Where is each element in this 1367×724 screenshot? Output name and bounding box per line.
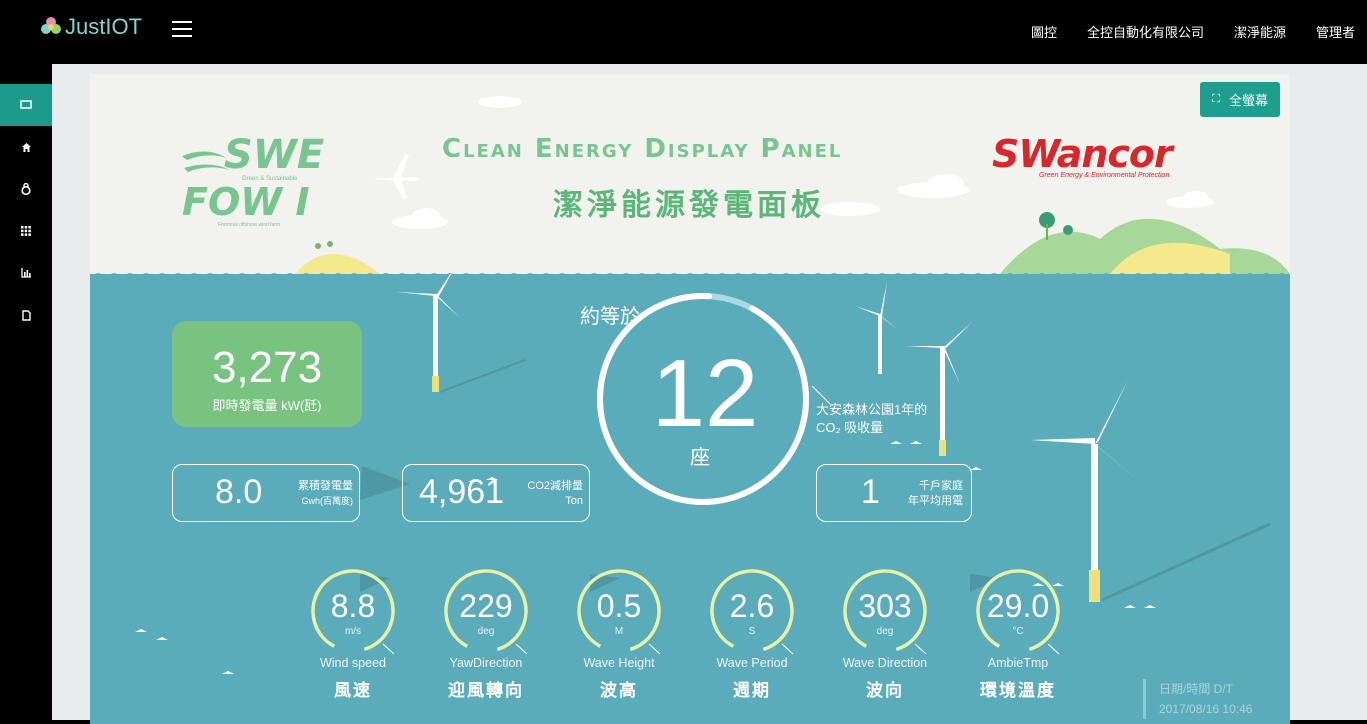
- lock-icon: [21, 183, 31, 195]
- title-zh: 潔淨能源發電面板: [553, 189, 825, 222]
- gauge-label-en: Wind speed: [319, 656, 386, 670]
- expand-icon: ⛶: [1212, 93, 1220, 105]
- gauge-value: 303: [858, 588, 912, 624]
- nav-scada[interactable]: 圖控: [1031, 22, 1057, 41]
- nav-company[interactable]: 全控自動化有限公司: [1087, 22, 1204, 41]
- gauge-label-en: Wave Height: [583, 656, 655, 670]
- menu-toggle-icon[interactable]: [172, 21, 192, 37]
- sidebar-item-lock[interactable]: [0, 168, 52, 210]
- gauge-value: 0.5: [596, 588, 642, 624]
- households-unit: 千戶家庭 年平均用電: [908, 480, 963, 507]
- gauge-unit: M: [614, 626, 624, 637]
- cumulative-power-unit: 累積發電量 Gwh(百萬度): [298, 480, 353, 506]
- households-card: 1 千戶家庭 年平均用電: [816, 464, 972, 522]
- gauge-label-en: Wave Direction: [842, 656, 928, 670]
- app-brand[interactable]: JustIOT: [40, 14, 142, 40]
- gauge-unit: m/s: [344, 626, 362, 637]
- gauge-value: 29.0: [986, 588, 1050, 624]
- title-en: Clean Energy Display Panel: [442, 134, 843, 164]
- gauge-value: 2.6: [729, 588, 775, 624]
- gauge-unit: deg: [876, 626, 894, 637]
- airplane-icon: [370, 154, 420, 199]
- document-icon: [21, 309, 31, 321]
- gauge-value: 8.8: [330, 588, 376, 624]
- gauge-label-zh: 環境溫度: [980, 681, 1056, 700]
- gauge-ambietmp: 29.0 °C AmbieTmp 環境溫度: [973, 566, 1063, 700]
- gauge-wave-height: 0.5 M Wave Height 波高: [574, 566, 664, 700]
- equivalence-unit: 座: [690, 447, 710, 469]
- realtime-power-label: 即時發電量 kW(瓩): [212, 398, 322, 413]
- nav-admin[interactable]: 管理者: [1316, 22, 1355, 41]
- sidebar-item-document[interactable]: [0, 294, 52, 336]
- gauge-label-en: Wave Period: [716, 656, 788, 670]
- sidebar-item-chart[interactable]: [0, 252, 52, 294]
- home-icon: [21, 142, 31, 152]
- flower-logo-icon: [41, 17, 61, 34]
- top-nav: 圖控 全控自動化有限公司 潔淨能源 管理者: [1001, 22, 1355, 41]
- swe-fowi-logo: SWE Green & Sustainable FOW I Formosa of…: [182, 132, 325, 228]
- gauge-label-zh: 週期: [733, 681, 771, 700]
- swancor-logo: SWancor Green Energy & Environmental Pro…: [992, 132, 1173, 179]
- gauge-label-en: AmbieTmp: [987, 656, 1049, 670]
- gauge-label-en: YawDirection: [449, 656, 523, 670]
- gauge-value: 229: [459, 588, 513, 624]
- gauge-unit: °C: [1012, 626, 1024, 637]
- realtime-power-value: 3,273: [211, 343, 323, 392]
- equivalence-prefix: 約等於: [580, 306, 640, 328]
- gauge-wind-speed: 8.8 m/s Wind speed 風速: [308, 566, 398, 700]
- equivalence-note: 大安森林公園1年的 CO₂ 吸收量: [816, 402, 928, 435]
- gauge-unit: deg: [477, 626, 495, 637]
- realtime-power-card: 3,273 即時發電量 kW(瓩): [172, 321, 362, 427]
- datetime-block: 日期/時間 D/T 2017/08/16 10:46: [1143, 679, 1252, 719]
- gauge-label-zh: 波高: [600, 681, 638, 700]
- app-name: JustIOT: [65, 14, 143, 39]
- fullscreen-button[interactable]: ⛶ 全螢幕: [1200, 82, 1280, 117]
- equivalence-value: 12: [651, 340, 759, 447]
- bar-chart-icon: [20, 268, 31, 278]
- wind-turbine-icon: [1030, 380, 1271, 602]
- wind-turbine-icon: [396, 274, 526, 393]
- gauge-unit: S: [748, 626, 756, 637]
- co2-reduction-value: 4,961: [419, 473, 505, 511]
- gauge-label-zh: 波向: [866, 681, 904, 700]
- households-value: 1: [861, 473, 880, 511]
- main-content: SWE Green & Sustainable FOW I Formosa of…: [52, 64, 1367, 724]
- datetime-value: 2017/08/16 10:46: [1159, 702, 1253, 716]
- monitor-icon: [20, 100, 32, 109]
- grid-icon: [21, 226, 31, 236]
- nav-clean-energy[interactable]: 潔淨能源: [1234, 22, 1286, 41]
- sidebar-item-grid[interactable]: [0, 210, 52, 252]
- sidebar-item-monitor[interactable]: [0, 84, 52, 126]
- gauge-yawdirection: 229 deg YawDirection 迎風轉向: [441, 566, 531, 700]
- datetime-label: 日期/時間 D/T: [1159, 682, 1233, 696]
- wind-turbine-icon: [855, 282, 898, 374]
- cumulative-power-value: 8.0: [215, 473, 263, 511]
- sidebar: [0, 64, 52, 720]
- gauge-label-zh: 迎風轉向: [448, 681, 524, 700]
- gauge-wave-period: 2.6 S Wave Period 週期: [707, 566, 797, 700]
- gauge-wave-direction: 303 deg Wave Direction 波向: [840, 566, 930, 700]
- co2-reduction-card: 4,961 CO2減排量 Ton: [402, 464, 590, 522]
- clean-energy-panel: SWE Green & Sustainable FOW I Formosa of…: [90, 74, 1290, 724]
- co2-reduction-unit: CO2減排量 Ton: [527, 480, 583, 507]
- top-bar: JustIOT 圖控 全控自動化有限公司 潔淨能源 管理者: [0, 0, 1367, 64]
- sidebar-item-home[interactable]: [0, 126, 52, 168]
- gauge-label-zh: 風速: [334, 681, 372, 700]
- cumulative-power-card: 8.0 累積發電量 Gwh(百萬度): [172, 464, 360, 522]
